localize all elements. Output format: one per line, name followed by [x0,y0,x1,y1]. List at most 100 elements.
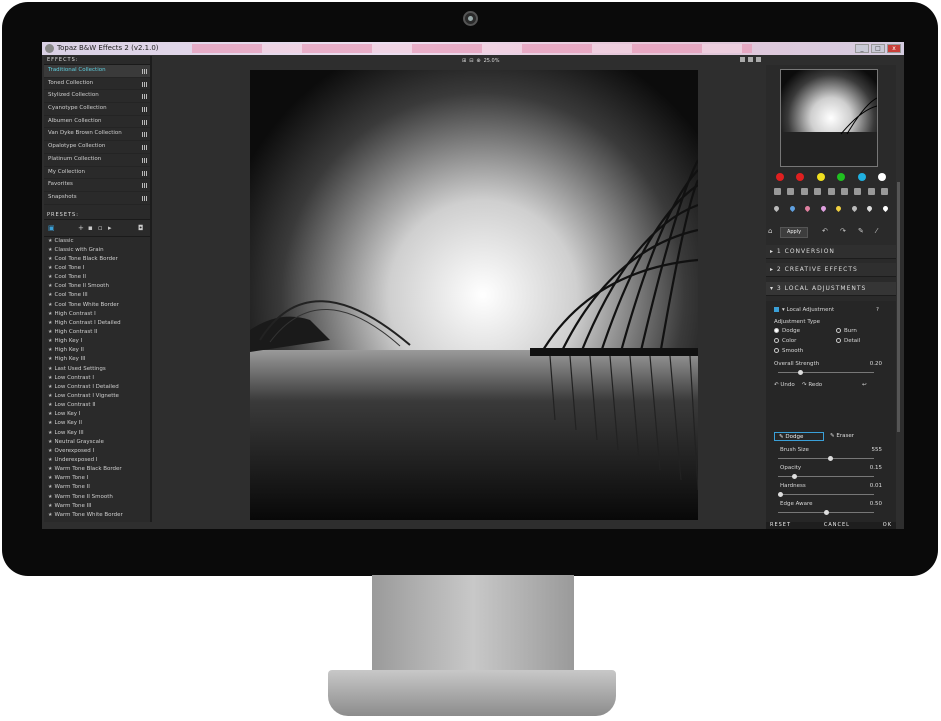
drop-icon-6[interactable] [850,204,858,213]
grid-view-icon[interactable] [142,94,147,100]
preset-item[interactable]: ★ High Key III [44,355,150,364]
color-filter-dot[interactable] [796,173,805,181]
eyedropper-icon[interactable]: ⁄ [876,228,884,235]
ok-button[interactable]: OK [879,522,896,529]
star-icon[interactable]: ★ [48,384,52,390]
grid-view-icon[interactable] [142,145,147,151]
star-icon[interactable]: ★ [48,347,52,353]
star-icon[interactable]: ★ [48,475,52,481]
preset-item[interactable]: ★ Low Key III [44,429,150,438]
star-icon[interactable]: ★ [48,503,52,509]
section-local-adjustments[interactable]: ▾ 3 LOCAL ADJUSTMENTS [766,282,896,296]
preset-item[interactable]: ★ Cool Tone III [44,291,150,300]
star-icon[interactable]: ★ [48,448,52,454]
star-icon[interactable]: ★ [48,512,52,518]
star-icon[interactable]: ★ [48,466,52,472]
grid-view-icon[interactable] [142,107,147,113]
tool-icon-6[interactable] [840,188,848,195]
slider-knob[interactable] [828,456,833,461]
help-button[interactable]: ? [876,307,879,313]
reset-brush-icon[interactable]: ↩ [862,382,867,388]
section-conversion[interactable]: ▸ 1 CONVERSION [766,245,896,259]
color-filter-dot[interactable] [776,173,784,181]
preset-item[interactable]: ★ Warm Tone II [44,483,150,492]
brush-icon[interactable] [867,188,875,195]
preset-item[interactable]: ★ Cool Tone White Border [44,301,150,310]
close-button[interactable]: x [887,44,901,53]
preset-item[interactable]: ★ Cool Tone Black Border [44,255,150,264]
home-icon[interactable]: ⌂ [768,227,772,235]
radio-detail[interactable]: Detail [836,338,860,344]
grid-view-icon[interactable] [142,170,147,176]
slider-knob[interactable] [792,474,797,479]
collection-item[interactable]: Snapshots [44,192,150,205]
collection-item[interactable]: Platinum Collection [44,154,150,167]
star-icon[interactable]: ★ [48,411,52,417]
preset-item[interactable]: ★ Warm Tone I [44,474,150,483]
collection-item[interactable]: Van Dyke Brown Collection [44,128,150,142]
navigator-thumbnail[interactable] [780,69,878,167]
collection-item[interactable]: My Collection [44,167,150,180]
opacity-slider[interactable] [778,474,874,479]
preset-item[interactable]: ★ Warm Tone II Smooth [44,493,150,502]
local-adjustment-toggle[interactable]: ▾ Local Adjustment [774,307,834,313]
photo-canvas[interactable] [250,70,698,520]
drop-icon-2[interactable] [788,204,796,213]
tool-icon-2[interactable] [787,188,795,195]
edge-aware-slider[interactable] [778,510,874,515]
eraser-button[interactable]: ✎ Eraser [830,432,854,441]
drop-icon-7[interactable] [866,204,874,213]
tool-icon-3[interactable] [800,188,808,195]
grid-view-icon[interactable] [142,195,147,201]
preset-item[interactable]: ★ High Contrast I Detailed [44,319,150,328]
collection-item[interactable]: Albumen Collection [44,116,150,129]
grid-view-icon[interactable] [142,183,147,189]
preset-export-icon[interactable]: ▸ [108,224,112,232]
drop-icon-5[interactable] [835,204,843,213]
preset-item[interactable]: ★ Overexposed I [44,447,150,456]
collection-item[interactable]: Cyanotype Collection [44,103,150,116]
star-icon[interactable]: ★ [48,338,52,344]
grid-view-icon[interactable] [142,119,147,125]
star-icon[interactable]: ★ [48,274,52,280]
preset-delete-icon[interactable]: ▪ [88,224,93,232]
slider-knob[interactable] [824,510,829,515]
preset-item[interactable]: ★ High Contrast II [44,328,150,337]
collection-item[interactable]: Opalotype Collection [44,141,150,154]
drop-icon-8[interactable] [881,204,889,213]
star-icon[interactable]: ★ [48,265,52,271]
color-filter-dot[interactable] [877,173,886,181]
camera-icon[interactable]: ◘ [138,224,144,232]
preset-item[interactable]: ★ Underexposed I [44,456,150,465]
star-icon[interactable]: ★ [48,311,52,317]
undo-button[interactable]: ↶ Undo [774,382,795,388]
star-icon[interactable]: ★ [48,320,52,326]
preset-item[interactable]: ★ Cool Tone II Smooth [44,282,150,291]
right-scrollbar[interactable] [897,182,900,432]
preset-item[interactable]: ★ High Contrast I [44,310,150,319]
grid-view-icon[interactable] [142,81,147,87]
preset-item[interactable]: ★ Low Key I [44,410,150,419]
fit-icon[interactable]: ⊞ [462,58,466,64]
star-icon[interactable]: ★ [48,356,52,362]
dodge-brush-button[interactable]: ✎ Dodge [774,432,824,441]
star-icon[interactable]: ★ [48,302,52,308]
radio-burn[interactable]: Burn [836,328,857,334]
preset-item[interactable]: ★ Cool Tone I [44,264,150,273]
radio-smooth[interactable]: Smooth [774,348,803,354]
star-icon[interactable]: ★ [48,366,52,372]
star-icon[interactable]: ★ [48,430,52,436]
drop-icon-4[interactable] [819,204,827,213]
color-filter-dot[interactable] [857,173,866,181]
color-filter-dot[interactable] [837,173,846,181]
cancel-button[interactable]: CANCEL [820,522,854,529]
preset-item[interactable]: ★ Warm Tone White Border [44,511,150,520]
preset-save-icon[interactable]: ▫ [98,224,103,232]
grid-view-icon[interactable] [142,157,147,163]
redo-icon[interactable]: ↷ [840,228,848,235]
radio-color[interactable]: Color [774,338,796,344]
slider-knob[interactable] [798,370,803,375]
star-icon[interactable]: ★ [48,238,52,244]
star-icon[interactable]: ★ [48,375,52,381]
slider-knob[interactable] [778,492,783,497]
